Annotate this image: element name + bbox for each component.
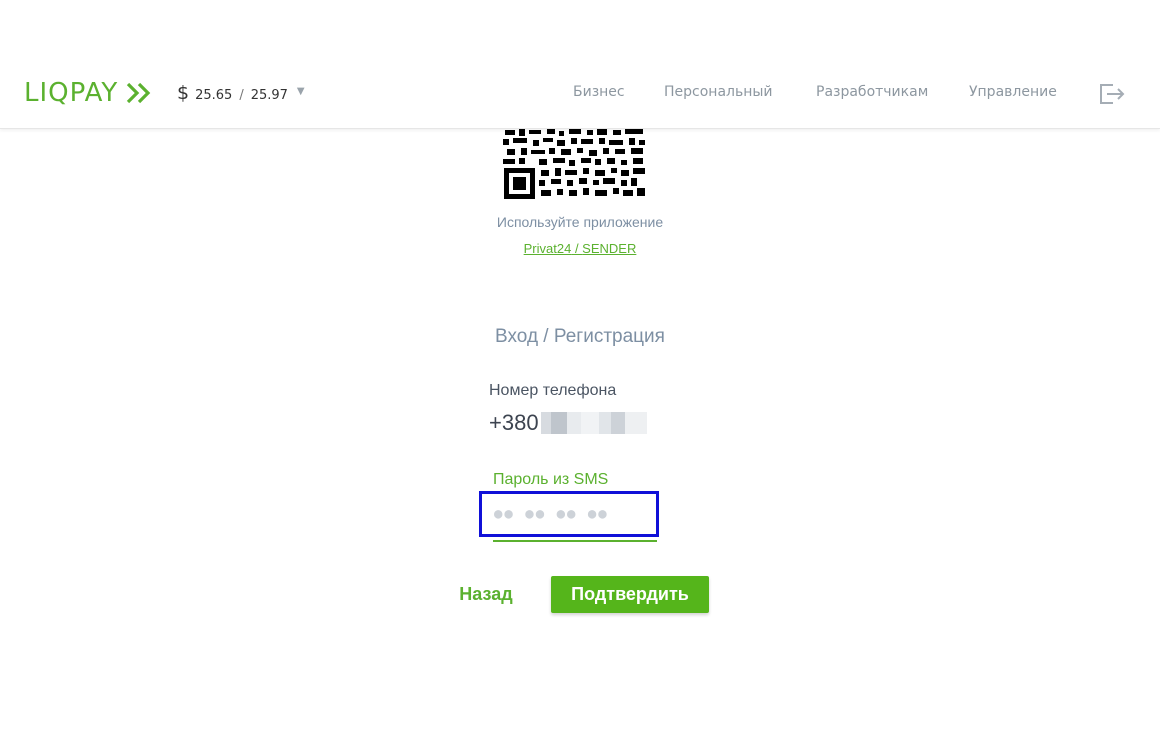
rate-separator: / (239, 88, 244, 103)
logo-chevrons-icon (127, 82, 151, 104)
logo-text: LIQPAY (24, 78, 119, 108)
confirm-button[interactable]: Подтвердить (551, 576, 709, 613)
phone-prefix: +380 (489, 410, 539, 435)
phone-value: +380 (489, 410, 647, 436)
qr-hint: Используйте приложение (496, 214, 664, 230)
phone-label: Номер телефона (489, 382, 617, 399)
currency-symbol: $ (177, 82, 190, 104)
sms-password-input[interactable] (482, 494, 656, 534)
link-sender-label: SENDER (582, 241, 637, 256)
sms-password-field[interactable] (479, 491, 659, 537)
nav-personal[interactable]: Персональный (664, 84, 773, 100)
nav-developers[interactable]: Разработчикам (816, 84, 928, 100)
link-sep: / (571, 241, 583, 256)
rate-buy: 25.65 (195, 88, 233, 103)
phone-number-blurred (540, 412, 647, 434)
caret-down-icon[interactable]: ▼ (297, 86, 305, 97)
qr-code (503, 128, 645, 200)
back-button[interactable]: Назад (448, 576, 524, 612)
link-privat24[interactable]: Privat24 (524, 241, 572, 256)
top-header: LIQPAY $ 25.65 / 25.97 ▼ Бизнес Персонал… (0, 60, 1160, 129)
login-title: Вход / Регистрация (495, 326, 665, 347)
app-links: Privat24 / SENDER (0, 241, 1160, 256)
link-sender[interactable]: / SENDER (571, 241, 636, 256)
nav-business[interactable]: Бизнес (573, 84, 625, 100)
logout-icon[interactable] (1099, 82, 1127, 106)
nav-management[interactable]: Управление (969, 84, 1057, 100)
liqpay-logo[interactable]: LIQPAY (24, 78, 152, 108)
sms-field-underline (493, 540, 657, 542)
exchange-rate[interactable]: $ 25.65 / 25.97 ▼ (177, 82, 305, 106)
qr-code-image (503, 128, 645, 200)
sms-password-label: Пароль из SMS (493, 471, 609, 488)
rate-sell: 25.97 (250, 88, 288, 103)
